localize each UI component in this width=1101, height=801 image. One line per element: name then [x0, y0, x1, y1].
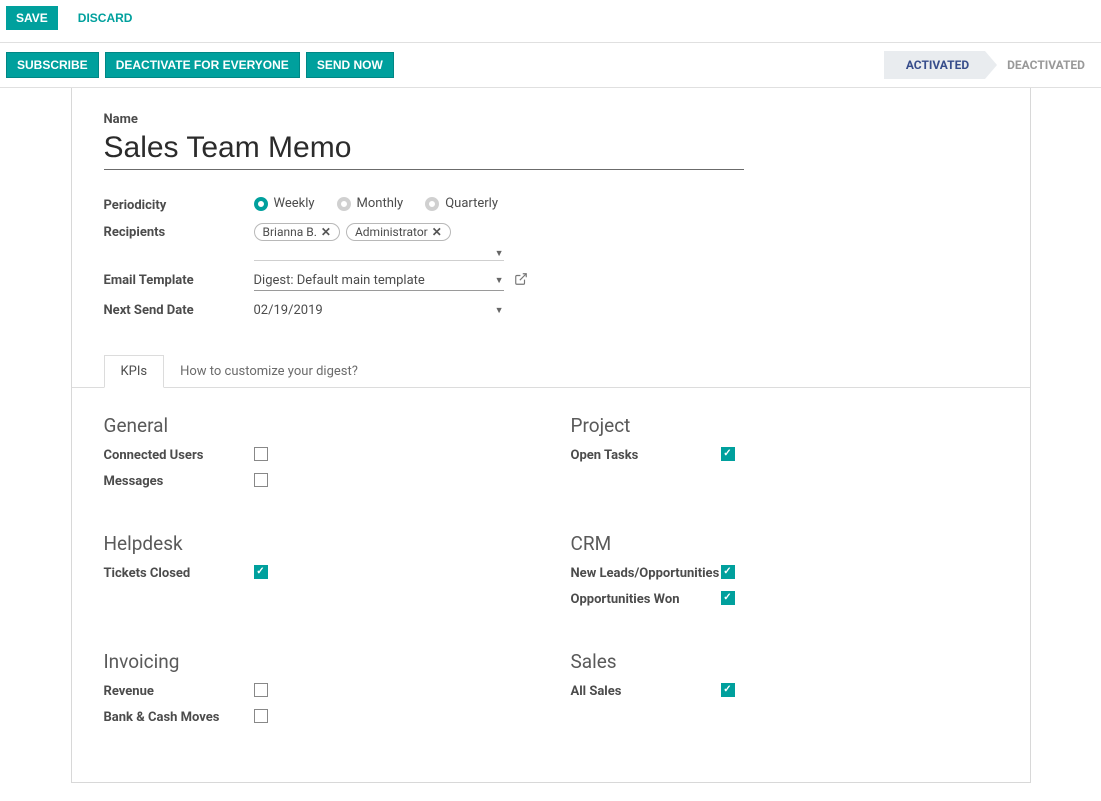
periodicity-quarterly[interactable]: Quarterly: [425, 196, 498, 211]
kpi-label: Connected Users: [104, 447, 254, 465]
email-template-value: Digest: Default main template: [254, 273, 425, 288]
kpi-checkbox[interactable]: [254, 473, 268, 487]
recipient-tag-label: Administrator: [355, 225, 428, 239]
recipients-field[interactable]: Brianna B. ✕ Administrator ✕ ▼: [254, 223, 744, 261]
status-activated[interactable]: Activated: [884, 51, 985, 79]
next-send-date-input[interactable]: 02/19/2019 ▼: [254, 301, 504, 320]
kpi-section-title: Sales: [571, 650, 998, 673]
recipient-tag[interactable]: Administrator ✕: [346, 223, 451, 241]
kpi-label: Revenue: [104, 683, 254, 701]
deactivate-for-everyone-button[interactable]: Deactivate for Everyone: [105, 52, 300, 78]
tab-howto[interactable]: How to customize your digest?: [163, 355, 375, 388]
email-template-label: Email Template: [104, 271, 254, 288]
status-deactivated[interactable]: Deactivated: [985, 51, 1101, 79]
kpi-section-crm: CRM New Leads/Opportunities✓Opportunitie…: [571, 532, 998, 616]
kpi-checkbox[interactable]: [254, 709, 268, 723]
kpi-section-title: Invoicing: [104, 650, 531, 673]
kpi-label: Opportunities Won: [571, 591, 721, 609]
kpi-row: All Sales✓: [571, 683, 998, 701]
periodicity-weekly-label: Weekly: [274, 196, 315, 211]
kpi-row: Open Tasks✓: [571, 447, 998, 465]
radio-dot-icon: [337, 197, 351, 211]
kpi-checkbox[interactable]: [254, 683, 268, 697]
remove-icon[interactable]: ✕: [432, 225, 442, 239]
discard-button[interactable]: Discard: [68, 6, 143, 30]
kpi-section-invoicing: Invoicing Revenue Bank & Cash Moves: [104, 650, 531, 734]
radio-dot-icon: [254, 197, 268, 211]
remove-icon[interactable]: ✕: [321, 225, 331, 239]
kpi-checkbox[interactable]: [254, 447, 268, 461]
recipients-label: Recipients: [104, 223, 254, 240]
kpi-label: Messages: [104, 473, 254, 491]
kpi-row: Messages: [104, 473, 531, 491]
kpi-checkbox[interactable]: ✓: [721, 447, 735, 461]
kpi-row: Revenue: [104, 683, 531, 701]
recipient-tag[interactable]: Brianna B. ✕: [254, 223, 340, 241]
caret-down-icon: ▼: [495, 275, 504, 286]
kpi-row: Connected Users: [104, 447, 531, 465]
periodicity-monthly[interactable]: Monthly: [337, 196, 404, 211]
kpi-section-helpdesk: Helpdesk Tickets Closed✓: [104, 532, 531, 616]
kpi-row: New Leads/Opportunities✓: [571, 565, 998, 583]
periodicity-group: Weekly Monthly Quarterly: [254, 196, 744, 211]
periodicity-monthly-label: Monthly: [357, 196, 404, 211]
caret-down-icon: ▼: [495, 305, 504, 316]
name-label: Name: [104, 112, 998, 127]
name-input[interactable]: [104, 129, 744, 170]
kpi-label: Open Tasks: [571, 447, 721, 465]
next-send-date-label: Next Send Date: [104, 301, 254, 318]
kpi-label: All Sales: [571, 683, 721, 701]
recipient-tag-label: Brianna B.: [263, 225, 317, 239]
kpi-checkbox[interactable]: ✓: [721, 565, 735, 579]
recipients-dropdown[interactable]: ▼: [254, 247, 504, 261]
kpi-row: Tickets Closed✓: [104, 565, 531, 583]
periodicity-weekly[interactable]: Weekly: [254, 196, 315, 211]
kpi-label: New Leads/Opportunities: [571, 565, 721, 583]
kpi-checkbox[interactable]: ✓: [254, 565, 268, 579]
tab-kpis[interactable]: KPIs: [104, 355, 165, 388]
kpi-section-project: Project Open Tasks✓: [571, 414, 998, 498]
caret-down-icon: ▼: [495, 248, 504, 259]
kpi-section-general: General Connected Users Messages: [104, 414, 531, 498]
kpi-checkbox[interactable]: ✓: [721, 683, 735, 697]
send-now-button[interactable]: Send Now: [306, 52, 394, 78]
kpi-row: Opportunities Won✓: [571, 591, 998, 609]
save-button[interactable]: Save: [6, 6, 58, 30]
external-link-icon[interactable]: [514, 272, 528, 290]
kpi-section-title: CRM: [571, 532, 998, 555]
kpi-section-title: Helpdesk: [104, 532, 531, 555]
kpi-checkbox[interactable]: ✓: [721, 591, 735, 605]
subscribe-button[interactable]: Subscribe: [6, 52, 99, 78]
next-send-date-value: 02/19/2019: [254, 303, 323, 318]
kpi-section-sales: Sales All Sales✓: [571, 650, 998, 734]
kpi-section-title: Project: [571, 414, 998, 437]
kpi-row: Bank & Cash Moves: [104, 709, 531, 727]
kpi-label: Tickets Closed: [104, 565, 254, 583]
email-template-select[interactable]: Digest: Default main template ▼: [254, 271, 504, 291]
periodicity-label: Periodicity: [104, 196, 254, 213]
kpi-label: Bank & Cash Moves: [104, 709, 254, 727]
statusbar: Activated Deactivated: [884, 51, 1101, 79]
radio-dot-icon: [425, 197, 439, 211]
periodicity-quarterly-label: Quarterly: [445, 196, 498, 211]
kpi-section-title: General: [104, 414, 531, 437]
